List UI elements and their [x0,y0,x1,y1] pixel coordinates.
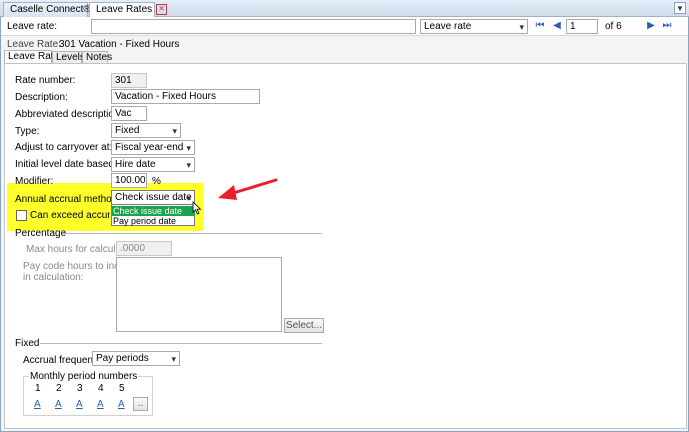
page-count: of 6 [605,21,622,32]
abbreviated-description-field[interactable]: Vac [111,106,147,121]
period-value-5[interactable]: A [118,399,125,410]
fixed-group-title: Fixed [15,338,40,349]
search-mode-select[interactable]: Leave rate ▾ [420,19,528,34]
previous-record-icon[interactable]: ◀ [552,21,562,31]
accrual-frequency-select[interactable]: Pay periods ▾ [92,351,180,366]
carryover-label: Adjust to carryover at: [15,142,113,153]
accrual-method-dropdown-list: Check issue date Pay period date [111,204,195,226]
period-value-3[interactable]: A [76,399,83,410]
carryover-value: Fiscal year-end [115,142,184,153]
percentage-group-title: Percentage [15,228,67,239]
tab-label: Caselle Connect® [10,4,91,15]
can-exceed-checkbox[interactable] [16,210,27,221]
can-exceed-label: Can exceed accumulatio [30,210,110,221]
fixed-group-line [40,343,322,344]
select-pay-codes-button[interactable]: Select... [284,318,324,333]
period-value-2[interactable]: A [55,399,62,410]
type-label: Type: [15,126,40,137]
period-number-4: 4 [98,383,104,394]
tab-leave-rate[interactable]: Leave Rate [4,50,59,64]
rate-number-label: Rate number: [15,75,76,86]
page-number-input[interactable]: 1 [566,19,598,34]
more-periods-button[interactable]: .. [133,397,148,411]
first-record-icon[interactable]: ⏮ [535,21,545,31]
chevron-down-icon: ▾ [171,354,176,364]
accrual-method-label: Annual accrual method: [15,194,121,205]
rate-number-field: 301 [111,73,147,88]
close-icon[interactable]: ✕ [156,4,168,15]
annotation-arrow-icon [218,178,278,200]
monthly-period-title: Monthly period numbers [29,371,139,382]
period-value-1[interactable]: A [34,399,41,410]
leave-rate-search-input[interactable] [91,19,416,34]
tab-leave-rates[interactable]: Leave Rates ✕ [89,2,168,18]
initial-level-select[interactable]: Hire date ▾ [111,157,195,172]
record-header-value: 301 Vacation - Fixed Hours [59,39,180,50]
pay-code-label-line2: in calculation: [23,272,84,283]
chevron-down-icon: ▾ [519,22,524,32]
leave-rate-field-label: Leave rate: [7,21,58,32]
max-hours-field: .0000 [116,241,172,256]
record-header-label: Leave Rate: [7,39,61,50]
tab-menu-dropdown-icon[interactable]: ▼ [674,2,686,14]
description-field[interactable]: Vacation - Fixed Hours [111,89,260,104]
chevron-down-icon: ▾ [172,126,177,136]
pay-code-listbox[interactable] [116,257,282,332]
description-label: Description: [15,92,68,103]
last-record-icon[interactable]: ⏭ [662,21,672,31]
carryover-select[interactable]: Fiscal year-end ▾ [111,140,195,155]
accrual-frequency-value: Pay periods [96,353,149,364]
modifier-label: Modifier: [15,176,54,187]
modifier-unit: % [152,176,161,187]
modifier-field[interactable]: 100.00 [111,173,147,188]
period-number-1: 1 [35,383,41,394]
option-pay-period-date[interactable]: Pay period date [112,216,195,226]
type-select[interactable]: Fixed ▾ [111,123,181,138]
mouse-pointer-icon [192,201,202,215]
next-record-icon[interactable]: ▶ [646,21,656,31]
initial-level-value: Hire date [115,159,156,170]
accrual-method-value: Check issue date [115,192,192,203]
chevron-down-icon: ▾ [186,160,191,170]
chevron-down-icon: ▾ [186,143,191,153]
search-mode-value: Leave rate [424,21,472,32]
tab-caselle-connect[interactable]: Caselle Connect® [3,2,91,17]
period-number-3: 3 [77,383,83,394]
period-number-2: 2 [56,383,62,394]
tab-label: Leave Rates [96,4,153,16]
abbreviated-description-label: Abbreviated description: [15,109,123,120]
accrual-method-select[interactable]: Check issue date ▾ [111,190,195,205]
type-value: Fixed [115,125,140,136]
period-number-5: 5 [119,383,125,394]
percentage-group-line [62,233,322,234]
chevron-down-icon: ▾ [186,193,191,203]
period-value-4[interactable]: A [97,399,104,410]
option-check-issue-date[interactable]: Check issue date [112,206,195,216]
